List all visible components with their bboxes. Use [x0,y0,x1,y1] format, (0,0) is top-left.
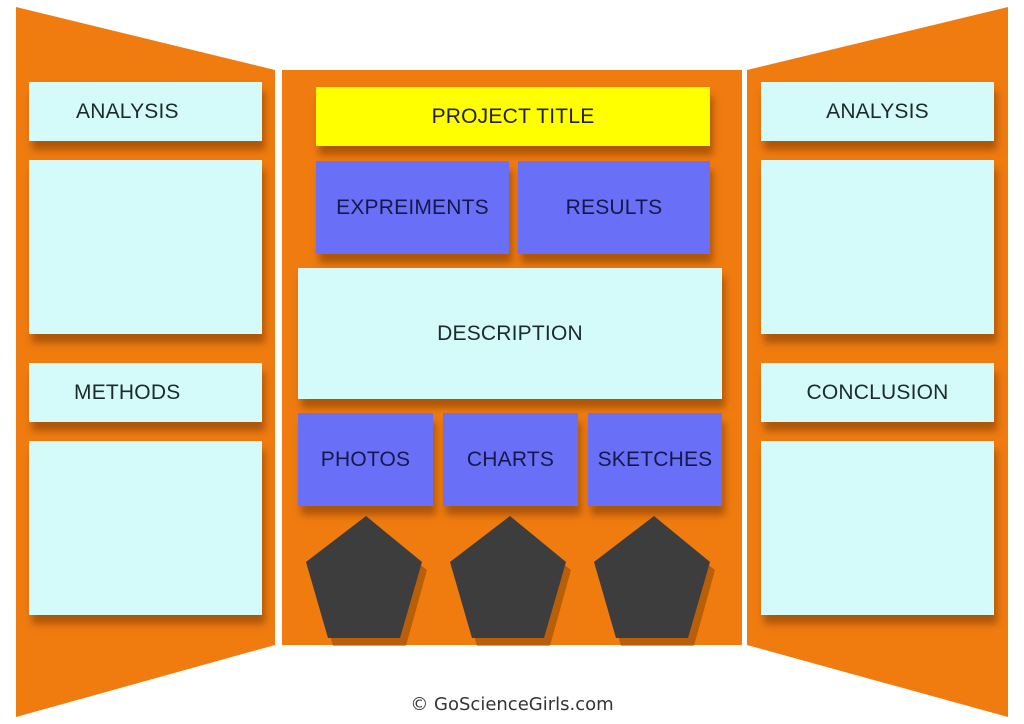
right-analysis-heading: ANALYSIS [761,82,994,141]
project-title-label: PROJECT TITLE [431,104,595,128]
left-analysis-label: ANALYSIS [76,99,179,123]
right-conclusion-body [761,441,994,615]
photos-label: PHOTOS [320,447,411,471]
right-conclusion-label: CONCLUSION [806,380,949,404]
sketches-box: SKETCHES [588,413,722,506]
left-analysis-heading: ANALYSIS [29,82,262,141]
photos-box: PHOTOS [298,413,433,506]
charts-label: CHARTS [466,447,555,471]
left-methods-body [29,441,262,615]
description-label: DESCRIPTION [437,321,583,345]
description-box: DESCRIPTION [298,268,722,399]
left-analysis-body [29,160,262,334]
left-methods-heading: METHODS [29,363,262,422]
copyright-credit: © GoScienceGirls.com [410,694,614,715]
sketches-label: SKETCHES [597,447,713,471]
pentagon-shape-3 [594,516,715,646]
right-analysis-label: ANALYSIS [826,99,929,123]
project-title-box: PROJECT TITLE [316,87,710,146]
results-label: RESULTS [565,195,663,219]
left-methods-label: METHODS [74,380,181,404]
results-box: RESULTS [518,161,710,254]
right-analysis-body [761,160,994,334]
pentagon-shape-1 [306,516,427,646]
experiments-box: EXPREIMENTS [316,161,509,254]
charts-box: CHARTS [443,413,578,506]
pentagon-shape-2 [450,516,571,646]
right-conclusion-heading: CONCLUSION [761,363,994,422]
experiments-label: EXPREIMENTS [336,195,489,219]
